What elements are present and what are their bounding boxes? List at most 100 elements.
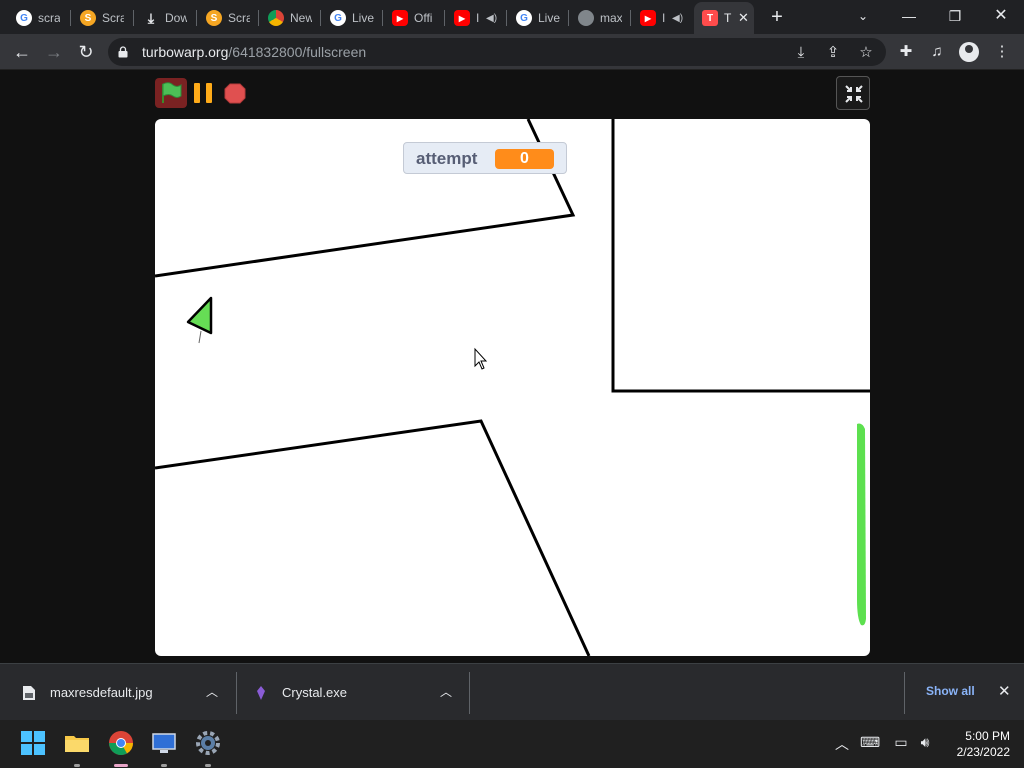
tab-8[interactable]: ▶ I ◀) [446,4,497,32]
tab-label: I [476,11,480,25]
tab-label: Scra [228,11,250,25]
keyboard-icon[interactable]: ⌨ [860,734,880,751]
back-button[interactable]: ← [8,38,36,66]
google-icon: G [16,10,32,26]
new-tab-button[interactable]: + [766,6,788,28]
tab-active-turbowarp[interactable]: T T ✕ [694,2,754,34]
forward-button[interactable]: → [40,38,68,66]
image-file-icon [23,685,35,700]
youtube-icon: ▶ [454,10,470,26]
network-icon[interactable]: ▭ [891,734,911,751]
tab-label: Live [538,11,560,25]
google-icon: G [330,10,346,26]
scratch-icon: S [206,10,222,26]
pause-button[interactable] [190,78,218,108]
chrome-icon [268,10,284,26]
goal-bar [857,423,866,626]
system-clock[interactable]: 5:00 PM 2/23/2022 [944,728,1010,760]
extensions-puzzle-icon[interactable]: ✚ [896,42,916,62]
tab-label: Live [352,11,374,25]
lock-icon[interactable] [118,46,128,58]
close-tab-icon[interactable]: ✕ [738,10,749,26]
turbowarp-icon: T [702,10,718,26]
browser-toolbar: ← → ↻ turbowarp.org/641832800/fullscreen… [0,34,1024,70]
turbowarp-player: attempt 0 [0,70,1024,663]
address-bar[interactable]: turbowarp.org/641832800/fullscreen ⤓ ⇪ ☆ [108,38,886,66]
menu-kebab-icon[interactable]: ⋮ [992,42,1012,62]
tab-strip: G scra S Scra ⤓ Dow S Scra New G Live ▶ … [0,0,1024,34]
tab-6[interactable]: G Live [322,4,374,32]
download-item-1[interactable]: maxresdefault.jpg [22,664,153,721]
variable-monitor-attempt[interactable]: attempt 0 [403,142,567,174]
tab-label: max [600,11,622,25]
bookmark-star-icon[interactable]: ☆ [857,44,875,62]
volume-icon[interactable]: 🔊︎ [915,734,935,751]
clock-time: 5:00 PM [965,729,1010,743]
windows-start-icon[interactable] [20,730,46,756]
stop-sign-icon [224,83,246,104]
file-explorer-icon[interactable] [64,730,90,756]
green-flag-icon [162,82,182,103]
wall-bottom [155,419,591,656]
tab-9[interactable]: G Live [508,4,560,32]
profile-avatar-icon[interactable] [959,42,979,62]
download-item-2[interactable]: Crystal.exe [256,664,347,721]
speaker-icon[interactable]: ◀) [672,13,683,24]
crystal-exe-icon [257,685,265,700]
tab-3[interactable]: ⤓ Dow [135,4,187,32]
youtube-icon: ▶ [640,10,656,26]
stage-drawing [155,119,870,656]
tab-search-icon[interactable]: ⌄ [840,2,886,30]
tab-label: Dow [165,11,187,25]
exit-fullscreen-button[interactable] [836,76,870,110]
remote-desktop-icon[interactable] [151,730,177,756]
settings-gear-icon[interactable] [195,730,221,756]
tab-label: Scra [102,11,124,25]
media-control-icon[interactable]: ♫ [927,42,947,62]
download-icon: ⤓ [147,9,155,26]
youtube-icon: ▶ [392,10,408,26]
minimize-button[interactable]: — [886,2,932,30]
tab-1[interactable]: G scra [8,4,60,32]
stop-button[interactable] [222,78,248,108]
tab-7[interactable]: ▶ Offi [384,4,436,32]
tab-label: scra [38,11,60,25]
show-all-link[interactable]: Show all [926,684,975,698]
speaker-icon[interactable]: ◀) [486,13,497,24]
mouse-cursor-icon [474,347,488,370]
close-window-button[interactable]: ✕ [978,2,1024,30]
chrome-taskbar-icon[interactable] [108,730,134,756]
tray-overflow-chevron-icon[interactable]: ︿ [832,734,852,754]
globe-icon [578,10,594,26]
reload-button[interactable]: ↻ [72,38,100,66]
tab-10[interactable]: max [570,4,622,32]
share-icon[interactable]: ⇪ [824,44,842,62]
tab-label: New [290,11,312,25]
chevron-up-icon[interactable]: ︿ [440,683,452,700]
google-icon: G [516,10,532,26]
close-icon[interactable]: ✕ [998,682,1011,700]
restore-button[interactable]: ❐ [932,2,978,30]
download-filename: maxresdefault.jpg [50,685,153,700]
install-app-icon[interactable]: ⤓ [792,44,810,62]
download-shelf: maxresdefault.jpg ︿ Crystal.exe ︿ Show a… [0,663,1024,720]
exit-fullscreen-icon [845,85,863,103]
download-filename: Crystal.exe [282,685,348,700]
windows-taskbar: ︿ ⌨ ▭ 🔊︎ 5:00 PM 2/23/2022 [0,720,1024,768]
tab-label: I [662,11,666,25]
clock-date: 2/23/2022 [956,745,1010,759]
tab-11[interactable]: ▶ I ◀) [632,4,683,32]
monitor-value: 0 [495,149,554,169]
tab-5[interactable]: New [260,4,312,32]
green-flag-button[interactable] [155,78,187,108]
player-arrow-sprite [186,296,213,344]
wall-top-right [611,119,870,393]
monitor-label: attempt [416,149,478,168]
tab-label: T [724,11,732,25]
tab-2[interactable]: S Scra [72,4,124,32]
tab-4[interactable]: S Scra [198,4,250,32]
url-text: turbowarp.org/641832800/fullscreen [142,44,367,60]
chevron-up-icon[interactable]: ︿ [206,683,218,700]
scratch-icon: S [80,10,96,26]
game-stage[interactable]: attempt 0 [155,119,870,656]
